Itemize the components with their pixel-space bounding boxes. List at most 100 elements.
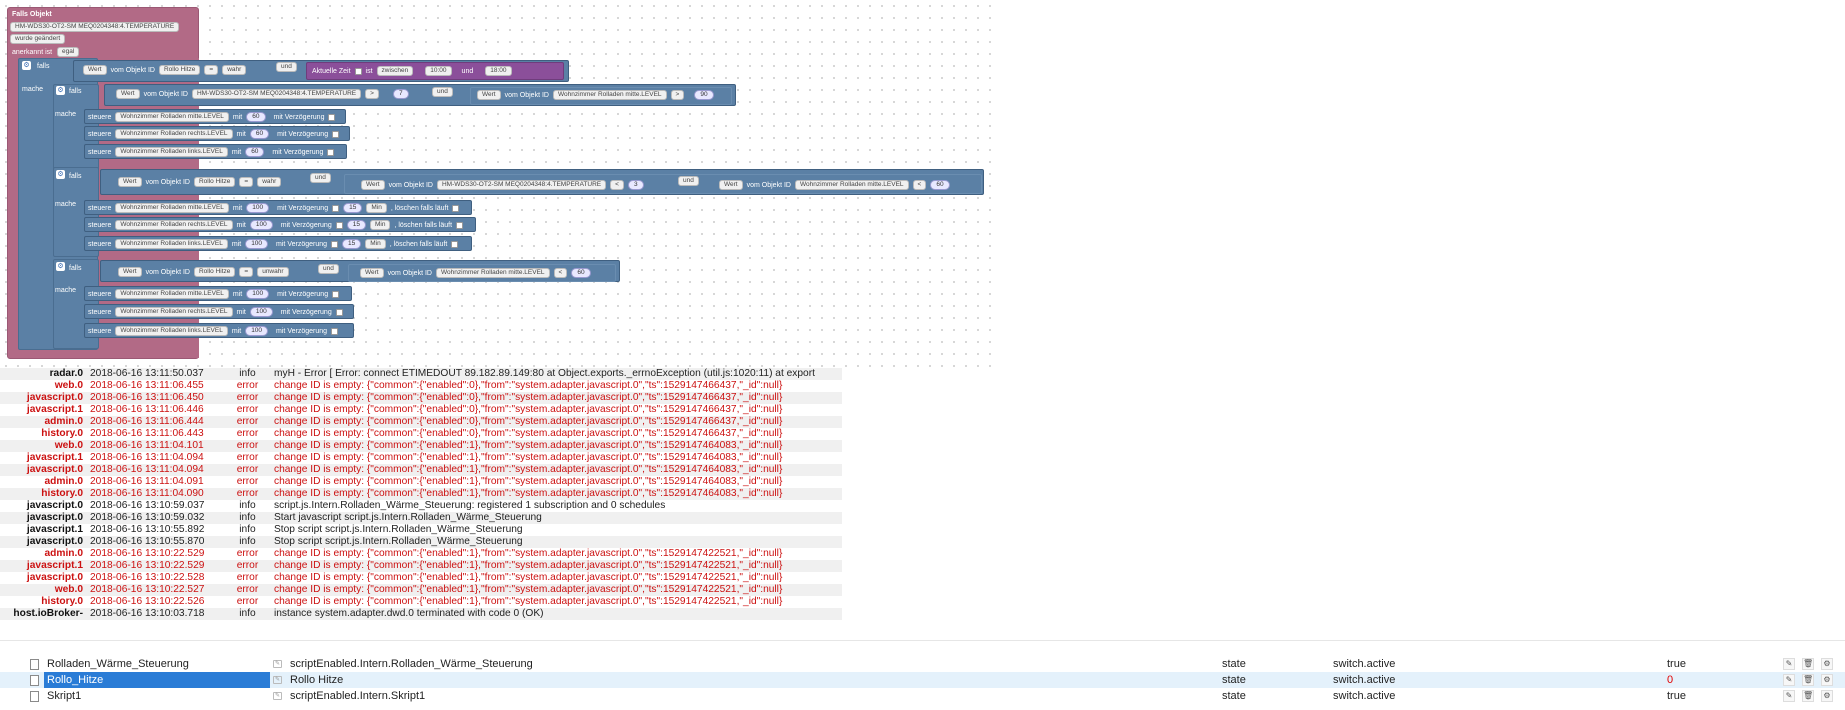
time-from-field[interactable]: 10:00	[425, 66, 452, 76]
delay-checkbox[interactable]	[332, 204, 340, 212]
trigger-object-id[interactable]: HM-WDS30-OT2-SM MEQ0204348:4.TEMPERATURE	[10, 22, 180, 32]
settings-icon[interactable]: ⚙	[1821, 674, 1833, 686]
number-field[interactable]: 60	[245, 147, 265, 157]
delay-checkbox[interactable]	[331, 240, 339, 248]
gear-icon[interactable]: ⚙	[56, 170, 65, 179]
log-panel[interactable]: radar.0 2018-06-16 13:11:50.037 info myH - …	[0, 368, 842, 620]
object-value[interactable]: 0	[1667, 672, 1673, 688]
object-field[interactable]: Rollo Hitze	[193, 267, 236, 277]
object-field[interactable]: HM-WDS30-OT2-SM MEQ0204348:4.TEMPERATURE	[436, 180, 607, 190]
target-field[interactable]: Wohnzimmer Rolladen links.LEVEL	[115, 239, 228, 249]
object-field[interactable]: Wohnzimmer Rolladen mitte.LEVEL	[794, 180, 909, 190]
number-field[interactable]: 60	[246, 112, 266, 122]
number-field[interactable]: 60	[249, 129, 270, 139]
gear-icon[interactable]: ⚙	[22, 61, 31, 70]
operator-dropdown[interactable]: =	[239, 177, 254, 187]
gear-icon[interactable]: ⚙	[56, 86, 65, 95]
trigger-ack-dropdown[interactable]: egal	[57, 47, 80, 57]
edit-object-icon[interactable]: ✎	[273, 660, 282, 668]
between-dropdown[interactable]: zwischen	[376, 66, 414, 76]
gear-icon[interactable]: ⚙	[56, 262, 65, 271]
table-row[interactable]: Skript1 ✎ scriptEnabled.Intern.Skript1 s…	[0, 688, 1845, 704]
time-to-field[interactable]: 18:00	[485, 66, 512, 76]
operator-dropdown[interactable]: >	[365, 89, 379, 99]
delay-field[interactable]: 15	[346, 220, 366, 230]
operator-dropdown[interactable]: =	[204, 65, 219, 75]
number-field[interactable]: 7	[392, 89, 409, 99]
target-field[interactable]: Wohnzimmer Rolladen mitte.LEVEL	[115, 112, 229, 122]
unit-dropdown[interactable]: Min	[365, 239, 386, 249]
target-field[interactable]: Wohnzimmer Rolladen mitte.LEVEL	[115, 289, 229, 299]
value-dropdown[interactable]: Wert	[116, 89, 140, 99]
target-field[interactable]: Wohnzimmer Rolladen rechts.LEVEL	[115, 307, 233, 317]
edit-icon[interactable]: ✎	[1783, 674, 1795, 686]
delete-icon[interactable]: 🗑	[1802, 674, 1814, 686]
delay-checkbox[interactable]	[327, 148, 335, 156]
blockly-workspace[interactable]: Falls Objekt HM-WDS30-OT2-SM MEQ0204348:…	[0, 0, 1000, 372]
value-dropdown[interactable]: Wert	[118, 267, 142, 277]
value-dropdown[interactable]: Wert	[361, 180, 385, 190]
and-dropdown[interactable]: und	[276, 62, 297, 72]
delete-icon[interactable]: 🗑	[1802, 658, 1814, 670]
settings-icon[interactable]: ⚙	[1821, 690, 1833, 702]
number-field[interactable]: 100	[245, 239, 269, 249]
operator-dropdown[interactable]: =	[239, 267, 254, 277]
object-value[interactable]: true	[1667, 688, 1686, 704]
operator-dropdown[interactable]: <	[912, 180, 927, 190]
bool-dropdown[interactable]: wahr	[257, 177, 282, 187]
delete-icon[interactable]: 🗑	[1802, 690, 1814, 702]
table-row[interactable]: Rolladen_Wärme_Steuerung ✎ scriptEnabled…	[0, 656, 1845, 672]
edit-object-icon[interactable]: ✎	[273, 676, 282, 684]
target-field[interactable]: Wohnzimmer Rolladen links.LEVEL	[115, 147, 228, 157]
table-row[interactable]: Rollo_Hitze ✎ Rollo Hitze state switch.a…	[0, 672, 1845, 688]
operator-dropdown[interactable]: <	[553, 268, 568, 278]
delay-checkbox[interactable]	[332, 290, 340, 298]
delay-checkbox[interactable]	[332, 130, 340, 138]
object-field[interactable]: Rollo Hitze	[158, 65, 201, 75]
clear-checkbox[interactable]	[451, 240, 459, 248]
object-value[interactable]: true	[1667, 656, 1686, 672]
target-field[interactable]: Wohnzimmer Rolladen rechts.LEVEL	[115, 220, 233, 230]
bool-dropdown[interactable]: wahr	[222, 65, 247, 75]
number-field[interactable]: 100	[246, 289, 270, 299]
target-field[interactable]: Wohnzimmer Rolladen mitte.LEVEL	[115, 203, 229, 213]
number-field[interactable]: 60	[930, 180, 950, 190]
value-dropdown[interactable]: Wert	[719, 180, 743, 190]
operator-dropdown[interactable]: >	[670, 90, 685, 100]
and-dropdown[interactable]: und	[432, 87, 453, 97]
objects-table[interactable]: Rolladen_Wärme_Steuerung ✎ scriptEnabled…	[0, 640, 1845, 710]
value-dropdown[interactable]: Wert	[118, 177, 142, 187]
operator-dropdown[interactable]: <	[610, 180, 624, 190]
value-dropdown[interactable]: Wert	[477, 90, 501, 100]
and-dropdown[interactable]: und	[318, 264, 339, 274]
target-field[interactable]: Wohnzimmer Rolladen links.LEVEL	[115, 326, 228, 336]
delay-checkbox[interactable]	[335, 221, 343, 229]
number-field[interactable]: 60	[571, 268, 591, 278]
delay-checkbox[interactable]	[331, 327, 339, 335]
object-field[interactable]: Wohnzimmer Rolladen mitte.LEVEL	[435, 268, 550, 278]
number-field[interactable]: 100	[249, 220, 273, 230]
checkbox[interactable]	[354, 67, 362, 75]
bool-dropdown[interactable]: unwahr	[257, 267, 289, 277]
clear-checkbox[interactable]	[456, 221, 464, 229]
object-field[interactable]: Wohnzimmer Rolladen mitte.LEVEL	[552, 90, 667, 100]
delay-field[interactable]: 15	[342, 239, 362, 249]
unit-dropdown[interactable]: Min	[366, 203, 387, 213]
value-dropdown[interactable]: Wert	[83, 65, 107, 75]
clear-checkbox[interactable]	[452, 204, 460, 212]
number-field[interactable]: 90	[694, 90, 714, 100]
delay-checkbox[interactable]	[328, 113, 336, 121]
edit-icon[interactable]: ✎	[1783, 690, 1795, 702]
number-field[interactable]: 100	[245, 326, 269, 336]
value-dropdown[interactable]: Wert	[360, 268, 384, 278]
edit-icon[interactable]: ✎	[1783, 658, 1795, 670]
delay-checkbox[interactable]	[335, 308, 343, 316]
target-field[interactable]: Wohnzimmer Rolladen rechts.LEVEL	[115, 129, 233, 139]
object-field[interactable]: HM-WDS30-OT2-SM MEQ0204348:4.TEMPERATURE	[191, 89, 362, 99]
object-field[interactable]: Rollo Hitze	[193, 177, 236, 187]
number-field[interactable]: 100	[246, 203, 270, 213]
delay-field[interactable]: 15	[343, 203, 363, 213]
unit-dropdown[interactable]: Min	[369, 220, 391, 230]
trigger-changed-dropdown[interactable]: wurde geändert	[10, 34, 66, 44]
and-dropdown[interactable]: und	[310, 173, 331, 183]
